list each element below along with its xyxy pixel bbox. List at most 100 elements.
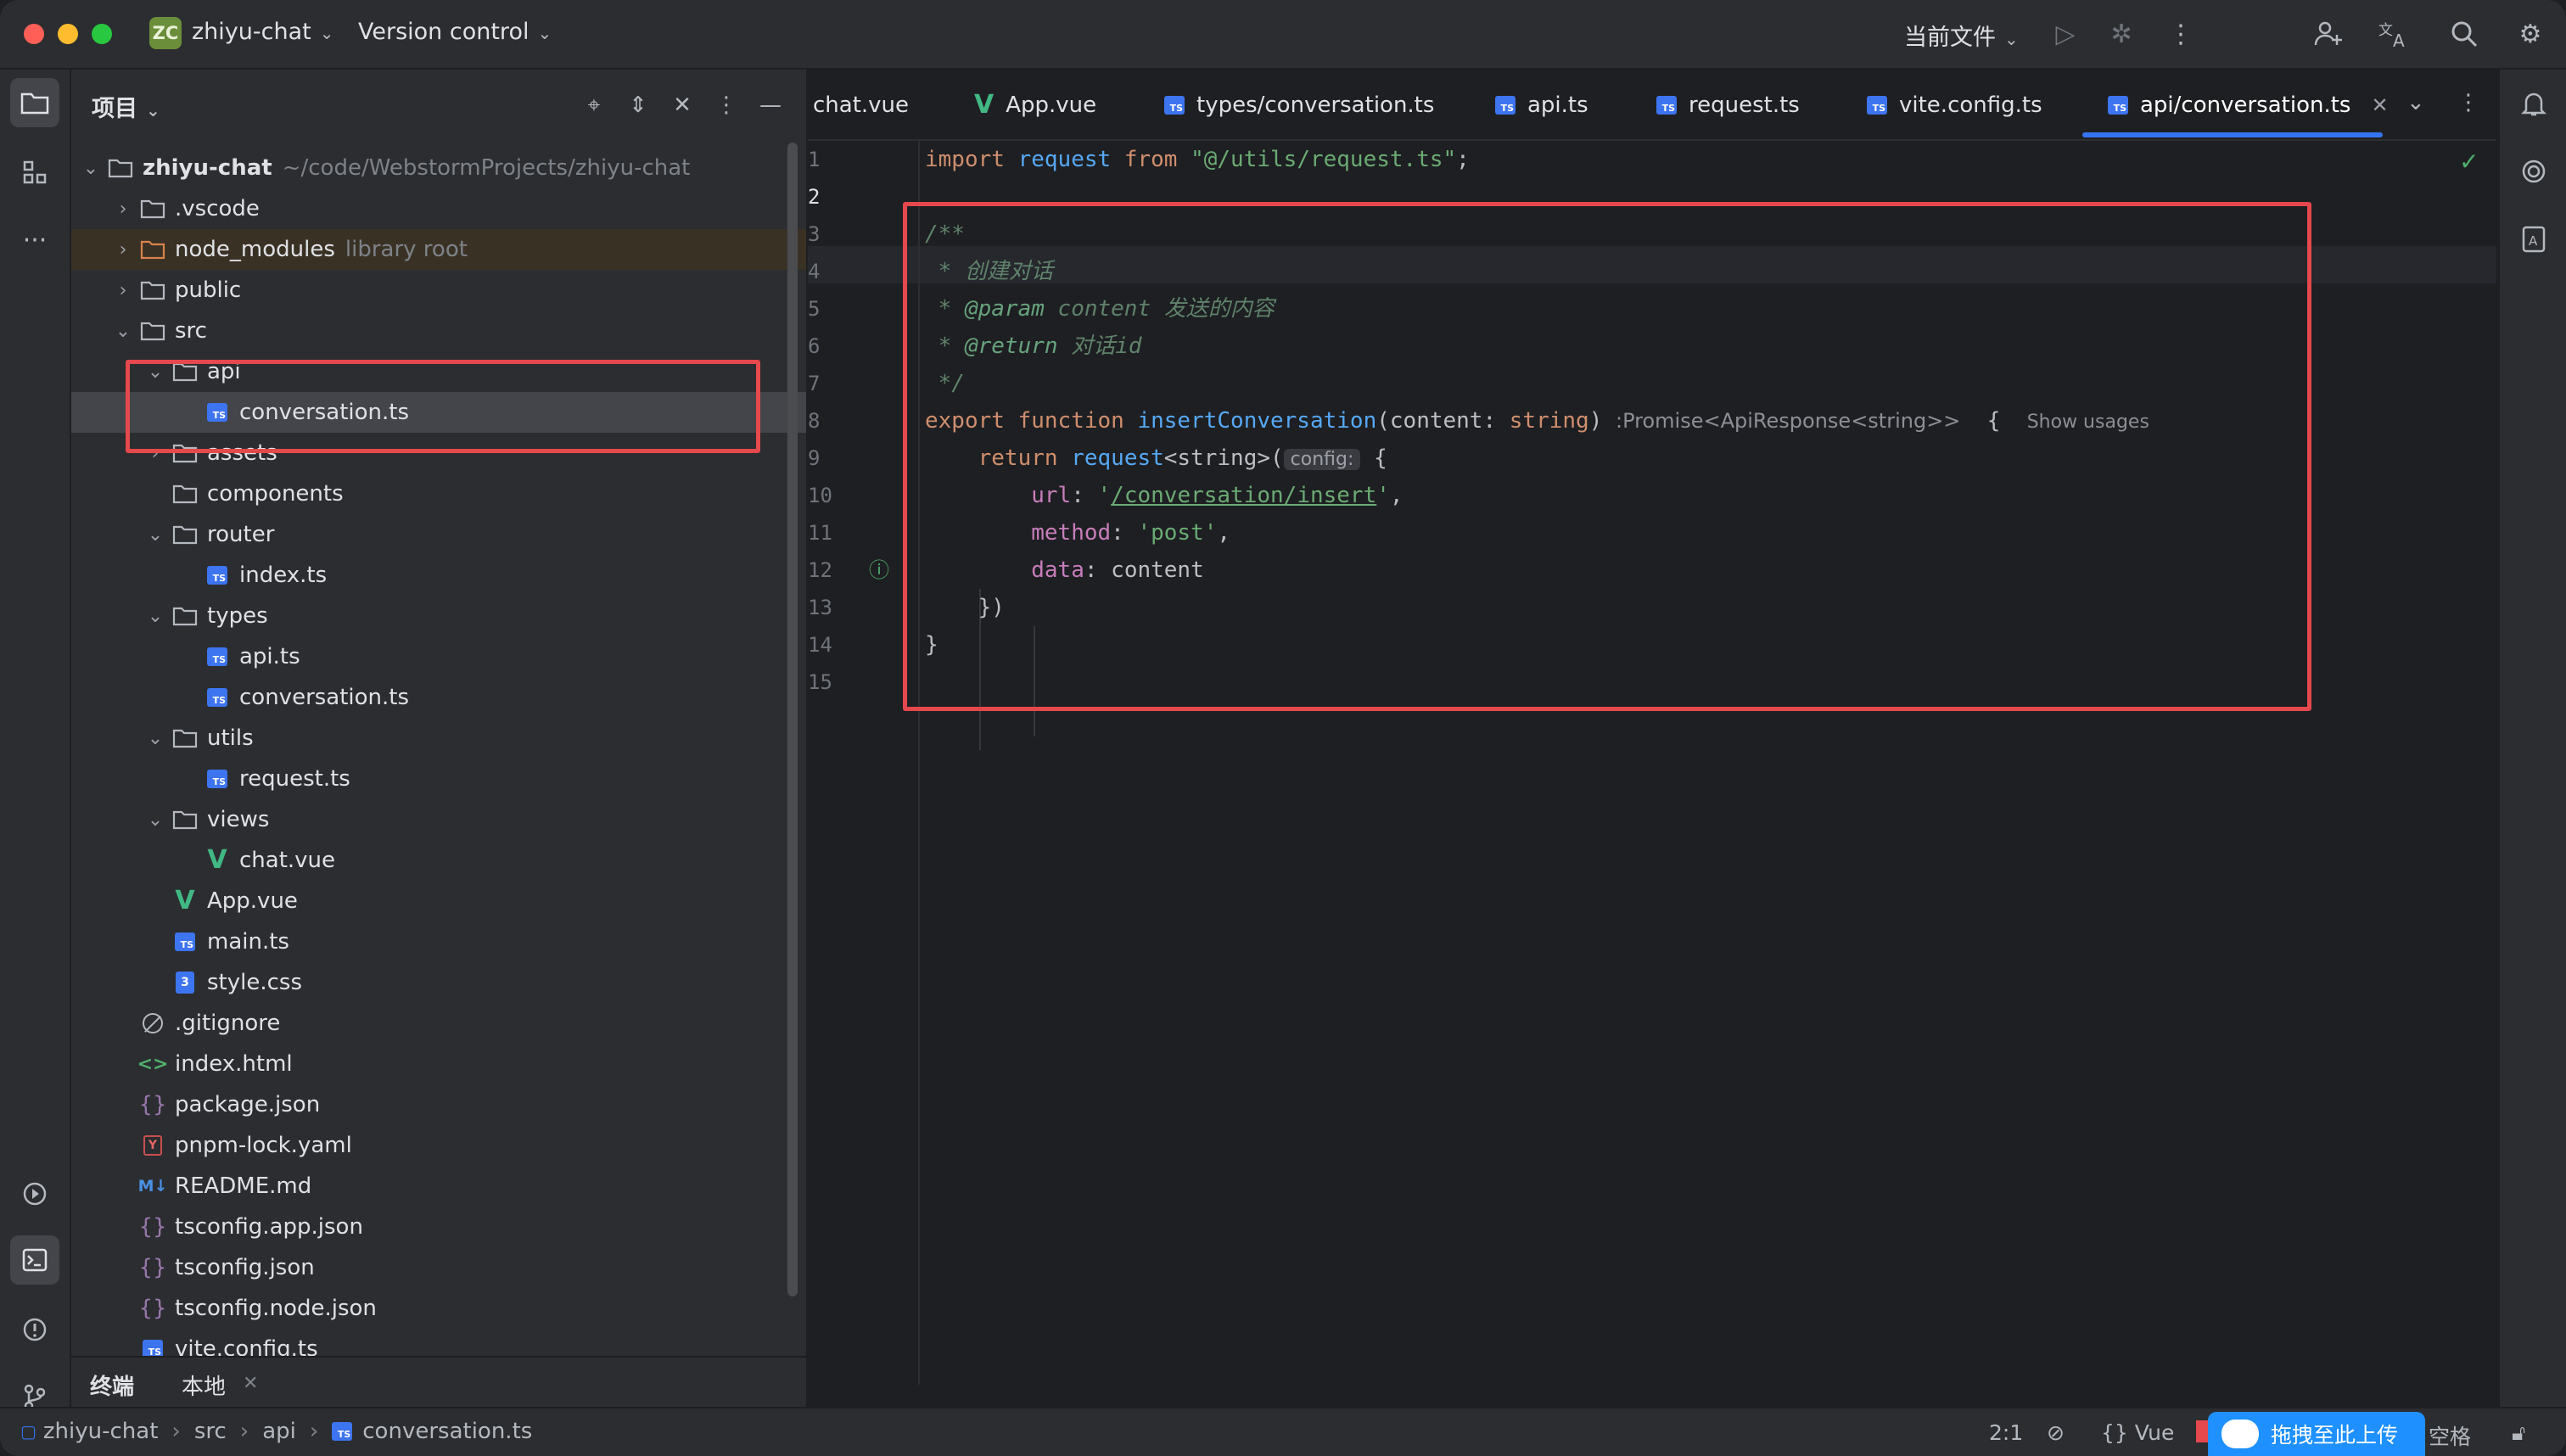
tree-item[interactable]: ⌄ types <box>71 596 806 636</box>
font-viewer-icon[interactable]: A <box>2513 219 2554 260</box>
tree-item[interactable]: › public <box>71 270 806 311</box>
json-file-icon: {} <box>138 1296 167 1321</box>
tree-item[interactable]: TS request.ts <box>71 759 806 799</box>
tree-item[interactable]: Ypnpm-lock.yaml <box>71 1125 806 1166</box>
tree-item[interactable]: {} package.json <box>71 1084 806 1125</box>
settings-gear-icon[interactable]: ⚙ <box>2512 15 2549 53</box>
tab-list-chevron-icon[interactable]: ⌄ <box>2406 90 2425 115</box>
locate-file-icon[interactable]: ⌖ <box>577 88 611 122</box>
add-user-icon[interactable] <box>2310 15 2347 53</box>
breadcrumb-item[interactable]: zhiyu-chat <box>43 1419 159 1444</box>
code-line-1: import request from "@/utils/request.ts"… <box>925 141 1470 178</box>
structure-tool-icon[interactable] <box>10 148 59 197</box>
keyword: import <box>925 147 1005 172</box>
tree-item[interactable]: TS api.ts <box>71 636 806 677</box>
tree-item[interactable]: ⌄ router <box>71 514 806 555</box>
run-icon[interactable]: ▷ <box>2047 15 2084 53</box>
language-services[interactable]: {} Vue <box>2101 1420 2174 1445</box>
markdown-file-icon: M↓ <box>137 1177 168 1196</box>
implementation-marker-icon[interactable]: ⓘ <box>869 553 889 583</box>
ts-file-icon: TS <box>202 563 233 588</box>
chevron-down-icon[interactable]: ⌄ <box>76 158 105 179</box>
local-tab[interactable]: 本地 <box>182 1369 226 1401</box>
lock-icon[interactable]: 🔓︎ <box>2512 1420 2525 1446</box>
chevron-down-icon[interactable]: ⌄ <box>141 524 170 546</box>
notifications-bell-icon[interactable] <box>2513 83 2554 124</box>
tree-item[interactable]: › .vscode <box>71 188 806 229</box>
chevron-right-icon[interactable]: › <box>109 239 137 260</box>
expand-all-icon[interactable]: ⇕ <box>621 88 655 122</box>
tree-item[interactable]: components <box>71 473 806 514</box>
project-view-selector[interactable]: 项目 ⌄ <box>92 90 160 123</box>
tree-scrollbar[interactable] <box>787 143 798 1296</box>
tree-item[interactable]: › node_modules library root <box>71 229 806 270</box>
more-tools-icon[interactable]: ··· <box>10 216 59 265</box>
search-icon[interactable] <box>2446 15 2483 53</box>
tab-chat-vue[interactable]: chat.vue <box>813 87 909 124</box>
problems-tool-icon[interactable] <box>10 1305 59 1354</box>
tree-item[interactable]: ⌄ views <box>71 799 806 840</box>
line-number: 14 <box>808 633 832 657</box>
upload-drop-zone[interactable]: 拖拽至此上传 <box>2208 1412 2425 1456</box>
tree-item-label: request.ts <box>239 766 350 792</box>
services-tool-icon[interactable] <box>10 1169 59 1218</box>
tab-api-conversation-ts[interactable]: TS api/conversation.ts ✕ <box>2108 87 2389 124</box>
editor-options-icon[interactable]: ⋮ <box>2457 90 2479 115</box>
translate-icon[interactable]: 文A <box>2376 15 2413 53</box>
options-icon[interactable]: ⋮ <box>709 88 743 122</box>
tree-item[interactable]: {} tsconfig.json <box>71 1247 806 1288</box>
tab-vite-config-ts[interactable]: TS vite.config.ts <box>1867 87 2042 124</box>
chevron-right-icon[interactable]: › <box>109 199 137 220</box>
collapse-all-icon[interactable]: ✕ <box>665 88 699 122</box>
close-tab-icon[interactable]: ✕ <box>2371 93 2388 117</box>
line-number: 4 <box>808 260 821 283</box>
line-number: 5 <box>808 297 821 321</box>
tree-item[interactable]: TS index.ts <box>71 555 806 596</box>
tree-item[interactable]: ⌄ zhiyu-chat ~/code/WebstormProjects/zhiyu… <box>71 148 806 188</box>
inspection-eye-icon[interactable]: ⊘ <box>2047 1420 2065 1445</box>
tab-request-ts[interactable]: TS request.ts <box>1656 87 1800 124</box>
terminal-tab[interactable]: 终端 <box>90 1369 134 1401</box>
chevron-down-icon[interactable]: ⌄ <box>141 809 170 831</box>
tree-item[interactable]: TS main.ts <box>71 921 806 962</box>
tab-app-vue[interactable]: V App.vue <box>974 87 1096 124</box>
more-actions-icon[interactable]: ⋮ <box>2162 15 2199 53</box>
tree-item[interactable]: 3 style.css <box>71 962 806 1003</box>
breadcrumb-item[interactable]: conversation.ts <box>362 1419 532 1444</box>
tree-item[interactable]: {} tsconfig.node.json <box>71 1288 806 1329</box>
hide-panel-icon[interactable]: — <box>754 88 787 122</box>
chevron-down-icon[interactable]: ⌄ <box>141 606 170 627</box>
minimize-window-button[interactable] <box>58 24 78 44</box>
breadcrumb-item[interactable]: src <box>194 1419 227 1444</box>
ai-assistant-icon[interactable] <box>2513 151 2554 192</box>
cursor-position[interactable]: 2:1 <box>1989 1420 2023 1445</box>
tab-types-conversation-ts[interactable]: TS types/conversation.ts <box>1164 87 1434 124</box>
tree-item[interactable]: <> index.html <box>71 1044 806 1084</box>
project-tool-icon[interactable] <box>10 78 59 127</box>
vcs-menu[interactable]: Version control ⌄ <box>358 19 552 45</box>
no-problems-check-icon[interactable]: ✓ <box>2459 148 2479 176</box>
tree-item[interactable]: ⌄ utils <box>71 718 806 759</box>
indent-setting[interactable]: 空格 <box>2429 1420 2471 1451</box>
tree-item[interactable]: M↓ README.md <box>71 1166 806 1207</box>
close-local-tab-icon[interactable]: ✕ <box>243 1373 258 1394</box>
tree-item[interactable]: Vchat.vue <box>71 840 806 881</box>
terminal-tool-icon[interactable] <box>10 1235 59 1285</box>
maximize-window-button[interactable] <box>92 24 112 44</box>
tree-item[interactable]: V App.vue <box>71 881 806 921</box>
breadcrumb-item[interactable]: api <box>262 1419 296 1444</box>
tree-item[interactable]: .gitignore <box>71 1003 806 1044</box>
close-window-button[interactable] <box>24 24 44 44</box>
debug-icon[interactable]: ✲ <box>2103 15 2140 53</box>
chevron-down-icon[interactable]: ⌄ <box>109 321 137 342</box>
tree-item[interactable]: {} tsconfig.app.json <box>71 1207 806 1247</box>
chevron-down-icon[interactable]: ⌄ <box>141 728 170 749</box>
tab-api-ts[interactable]: TS api.ts <box>1495 87 1588 124</box>
run-config-selector[interactable]: 当前文件 ⌄ <box>1904 19 2019 52</box>
project-badge[interactable]: ZC <box>149 17 182 49</box>
tree-item[interactable]: TS conversation.ts <box>71 677 806 718</box>
tree-item[interactable]: ⌄ src <box>71 311 806 351</box>
project-switcher[interactable]: zhiyu-chat ⌄ <box>192 19 333 45</box>
line-number: 2 <box>808 185 821 209</box>
chevron-right-icon[interactable]: › <box>109 280 137 301</box>
